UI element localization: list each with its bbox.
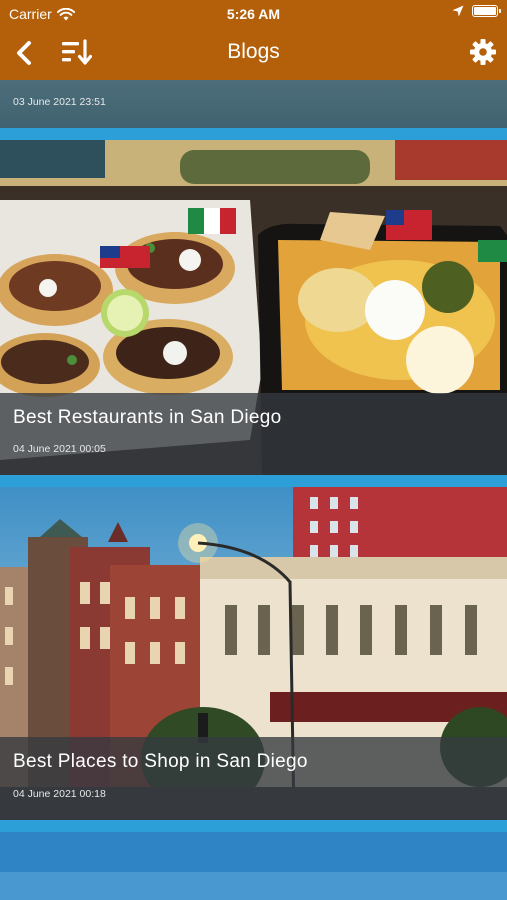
blog-card-caption: Best Places to Shop in San Diego 04 June… bbox=[0, 737, 507, 820]
blog-card-title: Best Places to Shop in San Diego bbox=[13, 751, 308, 772]
blog-card-image bbox=[0, 832, 507, 900]
blog-card[interactable]: Best Restaurants in San Diego 04 June 20… bbox=[0, 140, 507, 475]
card-separator bbox=[0, 820, 507, 832]
status-time: 5:26 AM bbox=[226, 6, 281, 22]
blog-card-caption: 03 June 2021 23:51 bbox=[0, 80, 507, 128]
blog-card-date: 04 June 2021 00:05 bbox=[13, 443, 106, 455]
page-title: Blogs bbox=[227, 40, 280, 63]
location-arrow-icon bbox=[452, 5, 464, 17]
nav-bar: Blogs bbox=[0, 28, 507, 80]
blog-card[interactable]: Best Places to Shop in San Diego 04 June… bbox=[0, 487, 507, 820]
blog-list[interactable]: 03 June 2021 23:51 Best Restaurants in S… bbox=[0, 80, 507, 900]
status-right-group bbox=[452, 5, 501, 17]
blog-card-title: Best Restaurants in San Diego bbox=[13, 407, 282, 428]
blog-card[interactable] bbox=[0, 832, 507, 900]
settings-button[interactable] bbox=[469, 38, 497, 66]
blog-card-date: 04 June 2021 00:18 bbox=[13, 788, 106, 800]
battery-icon bbox=[472, 5, 501, 17]
card-separator bbox=[0, 128, 507, 140]
blog-card-caption: Best Restaurants in San Diego 04 June 20… bbox=[0, 393, 507, 475]
blog-card-date: 03 June 2021 23:51 bbox=[13, 96, 106, 108]
card-separator bbox=[0, 475, 507, 487]
status-bar: Carrier 5:26 AM bbox=[0, 0, 507, 28]
gear-icon bbox=[470, 39, 496, 65]
blog-card[interactable]: 03 June 2021 23:51 bbox=[0, 80, 507, 128]
app-header: Carrier 5:26 AM Blogs bbox=[0, 0, 507, 80]
